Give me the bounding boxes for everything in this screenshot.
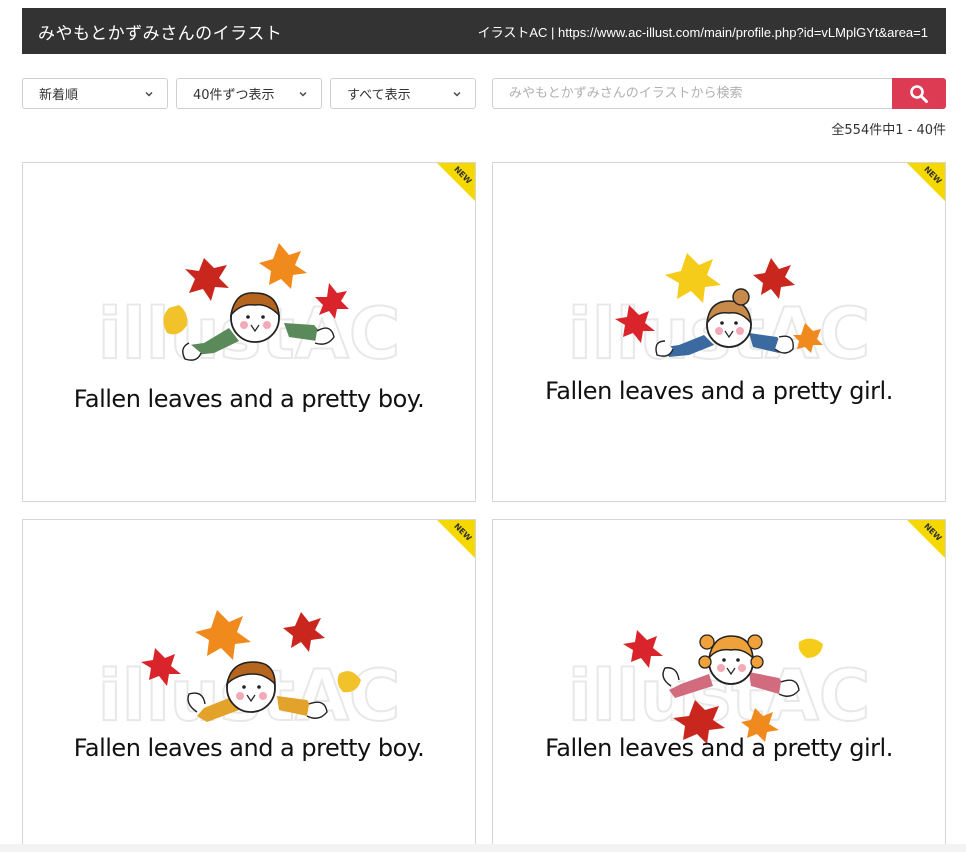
- search-button[interactable]: [892, 78, 946, 109]
- filter-select[interactable]: すべて表示: [330, 78, 476, 109]
- sort-select-label: 新着順: [39, 88, 79, 103]
- per-page-select-label: 40件ずつ表示: [193, 88, 275, 103]
- search-icon: [910, 84, 928, 103]
- sort-select[interactable]: 新着順: [22, 78, 168, 109]
- card-caption: Fallen leaves and a pretty girl.: [545, 734, 893, 762]
- card-caption: Fallen leaves and a pretty boy.: [73, 385, 425, 413]
- chevron-down-icon: [145, 92, 153, 97]
- fallen-leaves-boy-illustration: illustAC: [97, 610, 401, 738]
- page-title: みやもとかずみさんのイラスト: [38, 23, 283, 44]
- result-count: 全554件中1 - 40件: [831, 123, 946, 138]
- source-label: イラストAC | https://www.ac-illust.com/main/…: [477, 24, 928, 40]
- filter-toolbar: 新着順 40件ずつ表示 すべて表示: [22, 78, 946, 109]
- new-badge: NEW: [437, 163, 475, 201]
- fallen-leaves-girl-illustration: illustAC: [567, 253, 871, 376]
- chevron-down-icon: [453, 92, 461, 97]
- illustration-card[interactable]: NEW illustAC Fallen leaves and a pretty …: [22, 162, 476, 502]
- illustration-card[interactable]: NEW illustAC Fallen leaves and a pretty …: [492, 162, 946, 502]
- fallen-leaves-girl-illustration: illustAC: [567, 630, 871, 744]
- bottom-edge: [0, 844, 966, 852]
- card-caption: Fallen leaves and a pretty boy.: [73, 734, 425, 762]
- illustration-card[interactable]: NEW illustAC Fallen leaves and a pretty …: [492, 519, 946, 852]
- page-header: みやもとかずみさんのイラスト イラストAC | https://www.ac-i…: [22, 8, 946, 54]
- search-input[interactable]: [492, 78, 892, 109]
- new-badge: NEW: [437, 520, 475, 558]
- per-page-select[interactable]: 40件ずつ表示: [176, 78, 322, 109]
- new-badge: NEW: [907, 520, 945, 558]
- chevron-down-icon: [299, 92, 307, 97]
- new-badge: NEW: [907, 163, 945, 201]
- filter-select-label: すべて表示: [347, 88, 411, 103]
- illustration-card[interactable]: NEW illustAC Fallen leaves and a pretty …: [22, 519, 476, 852]
- card-caption: Fallen leaves and a pretty girl.: [545, 377, 893, 405]
